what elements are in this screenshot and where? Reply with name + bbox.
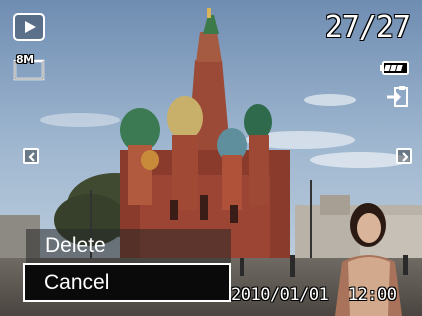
battery-icon [380,60,410,80]
chevron-left-icon [28,152,35,162]
camera-playback-screen: 27/27 8M Delete Cancel 2010/01/01 12:00 [0,0,422,316]
chevron-right-icon [402,152,409,162]
delete-menu-item[interactable]: Delete [26,229,231,263]
play-icon [25,21,36,33]
protect-icon [385,86,409,112]
photo-datetime: 2010/01/01 12:00 [231,285,397,305]
image-counter: 27/27 [324,10,411,45]
previous-image-button[interactable] [23,148,39,164]
resolution-label: 8M [16,53,34,66]
cancel-menu-item[interactable]: Cancel [23,263,231,302]
next-image-button[interactable] [396,148,412,164]
delete-menu: Delete Cancel [23,229,231,302]
resolution-icon: 8M [13,53,49,83]
playback-mode-button[interactable] [13,13,45,41]
